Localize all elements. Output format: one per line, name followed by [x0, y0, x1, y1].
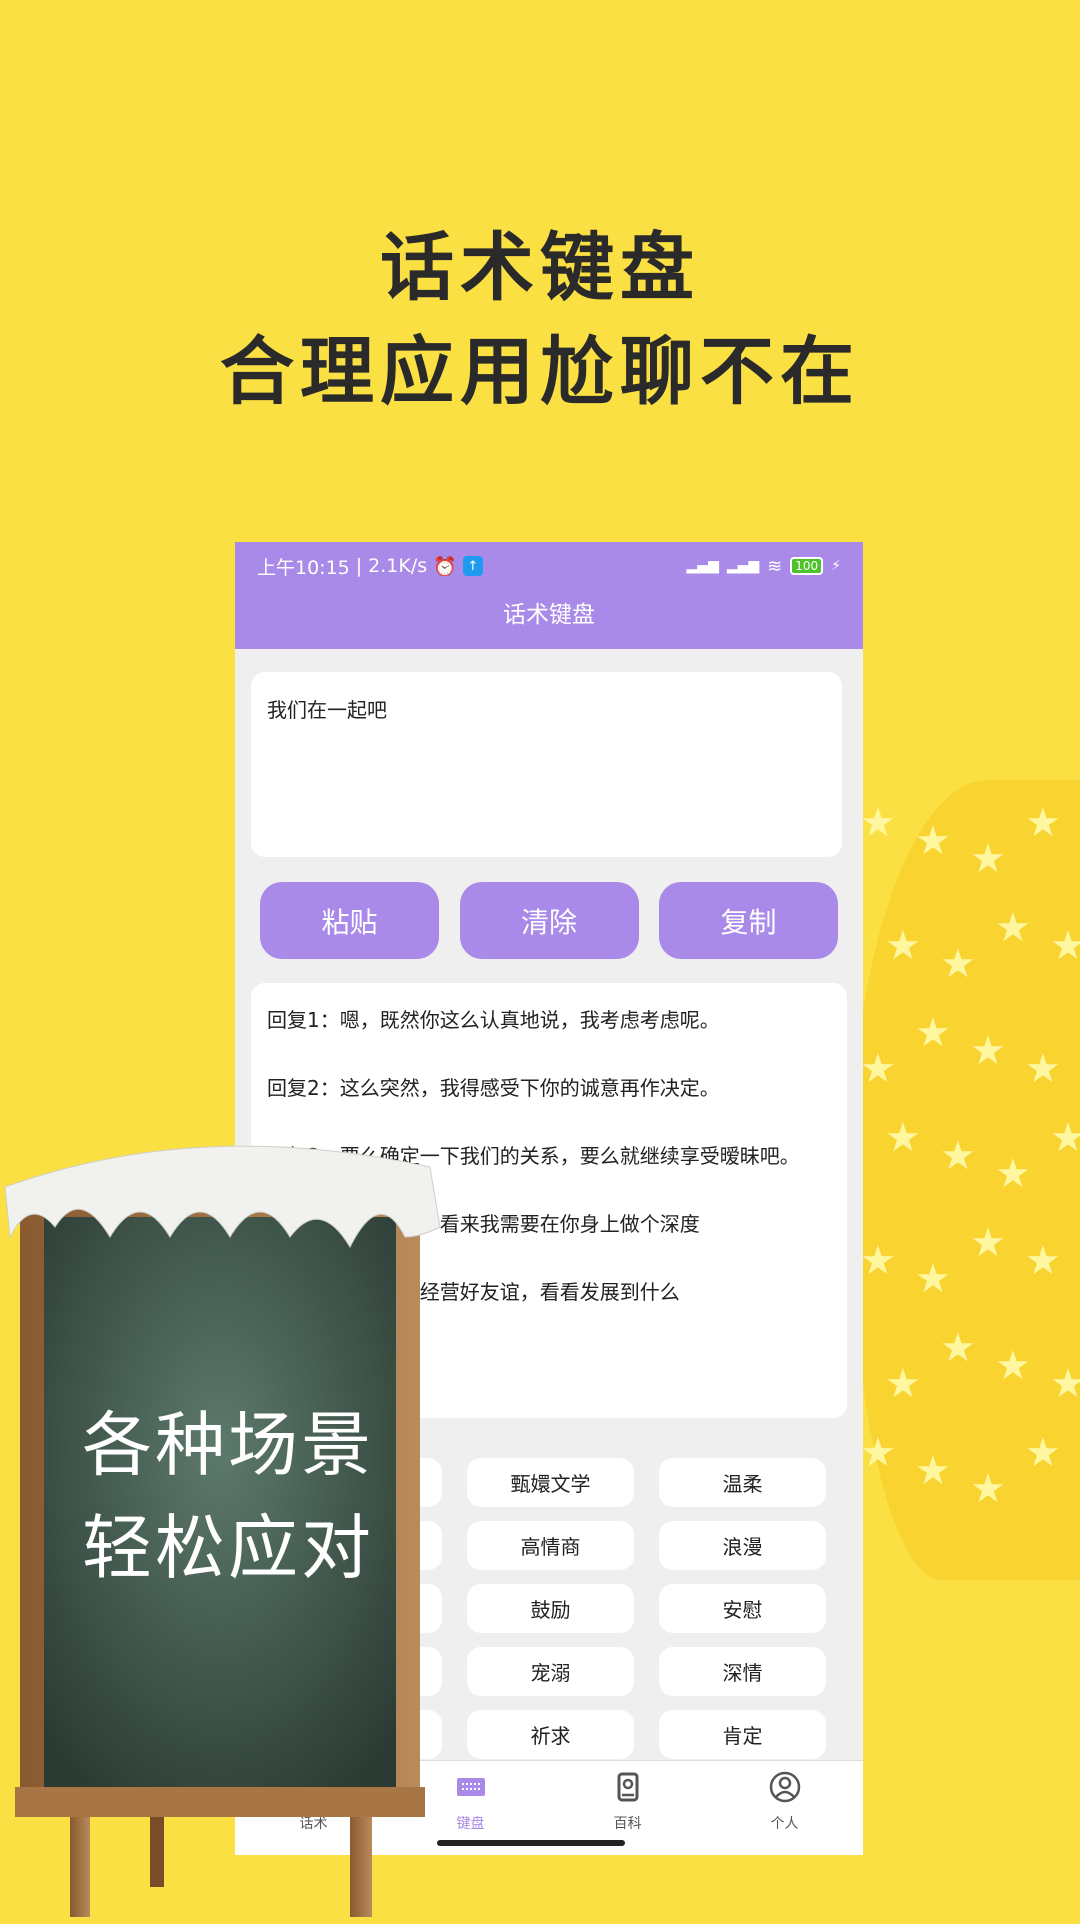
category-chip[interactable]: 高情商	[467, 1521, 634, 1570]
status-separator: |	[355, 555, 363, 577]
upload-icon: ↑	[462, 556, 483, 576]
category-chip[interactable]: 鼓励	[467, 1584, 634, 1633]
category-chip[interactable]: 安慰	[659, 1584, 826, 1633]
reply-item[interactable]: 回复1：嗯，既然你这么认真地说，我考虑考虑呢。	[267, 1003, 831, 1037]
status-speed: 2.1K/s	[368, 555, 428, 577]
star-icon: ★	[1025, 800, 1061, 846]
star-icon: ★	[970, 1220, 1006, 1266]
star-icon: ★	[940, 1133, 976, 1179]
message-input[interactable]: 我们在一起吧	[251, 672, 842, 857]
nav-tab-3[interactable]: 个人	[706, 1761, 863, 1855]
alarm-icon: ⏰	[433, 555, 457, 578]
star-icon: ★	[885, 1115, 921, 1161]
star-icon: ★	[915, 818, 951, 864]
star-icon: ★	[940, 1325, 976, 1371]
star-icon: ★	[915, 1010, 951, 1056]
charging-icon: ⚡	[831, 558, 841, 574]
status-time: 上午10:15	[257, 556, 350, 579]
star-icon: ★	[1025, 1430, 1061, 1476]
app-title: 话术键盘	[235, 590, 863, 649]
home-indicator	[437, 1840, 625, 1846]
wifi-icon: ≋	[767, 555, 783, 577]
chalkboard-illustration: 各种场景 轻松应对	[0, 1127, 441, 1920]
clear-button[interactable]: 清除	[459, 882, 639, 959]
category-chip[interactable]: 浪漫	[659, 1521, 826, 1570]
nav-label: 键盘	[456, 1816, 485, 1832]
star-icon: ★	[885, 923, 921, 969]
board-line-2: 轻松应对	[82, 1507, 374, 1589]
profile-icon	[769, 1771, 801, 1813]
star-icon: ★	[970, 1466, 1006, 1512]
battery-icon: 100	[790, 557, 824, 575]
star-icon: ★	[995, 1151, 1031, 1197]
category-chip[interactable]: 甄嬛文学	[467, 1458, 634, 1507]
star-icon: ★	[995, 905, 1031, 951]
nav-label: 个人	[770, 1816, 799, 1832]
reply-item[interactable]: 回复2：这么突然，我得感受下你的诚意再作决定。	[267, 1071, 831, 1105]
star-icon: ★	[970, 1028, 1006, 1074]
star-icon: ★	[1050, 1115, 1080, 1161]
star-icon: ★	[860, 1046, 896, 1092]
paste-button[interactable]: 粘贴	[260, 882, 439, 959]
category-chip[interactable]: 肯定	[659, 1710, 826, 1759]
star-icon: ★	[1050, 923, 1080, 969]
promo-subheadline: 合理应用尬聊不在	[220, 329, 860, 415]
encyclopedia-icon	[612, 1771, 644, 1813]
star-icon: ★	[860, 800, 896, 846]
category-chip[interactable]: 宠溺	[467, 1647, 634, 1696]
star-icon: ★	[1025, 1046, 1061, 1092]
category-chip[interactable]: 深情	[659, 1647, 826, 1696]
status-bar: 上午10:15 | 2.1K/s ⏰ ↑ ▂▄▆ ▂▄▆ ≋ 100 ⚡	[235, 542, 863, 590]
star-icon: ★	[1050, 1361, 1080, 1407]
signal-icon: ▂▄▆	[726, 558, 760, 574]
star-icon: ★	[995, 1343, 1031, 1389]
star-icon: ★	[885, 1361, 921, 1407]
star-icon: ★	[1025, 1238, 1061, 1284]
star-icon: ★	[915, 1256, 951, 1302]
star-icon: ★	[940, 941, 976, 987]
nav-label: 百科	[613, 1816, 642, 1832]
category-chip[interactable]: 温柔	[659, 1458, 826, 1507]
star-icon: ★	[860, 1430, 896, 1476]
star-icon: ★	[860, 1238, 896, 1284]
signal-icon: ▂▄▆	[686, 558, 719, 574]
keyboard-icon	[455, 1771, 487, 1813]
copy-button[interactable]: 复制	[659, 882, 838, 959]
board-line-1: 各种场景	[82, 1404, 374, 1486]
star-icon: ★	[915, 1448, 951, 1494]
star-icon: ★	[970, 836, 1006, 882]
decorative-stars: ★ ★ ★ ★ ★ ★ ★ ★ ★ ★ ★ ★ ★ ★ ★ ★ ★ ★ ★ ★ ★ ★ ★ ★ ★ ★ ★ ★	[850, 780, 1080, 1520]
category-chip[interactable]: 祈求	[467, 1710, 634, 1759]
promo-headline: 话术键盘	[380, 225, 700, 311]
